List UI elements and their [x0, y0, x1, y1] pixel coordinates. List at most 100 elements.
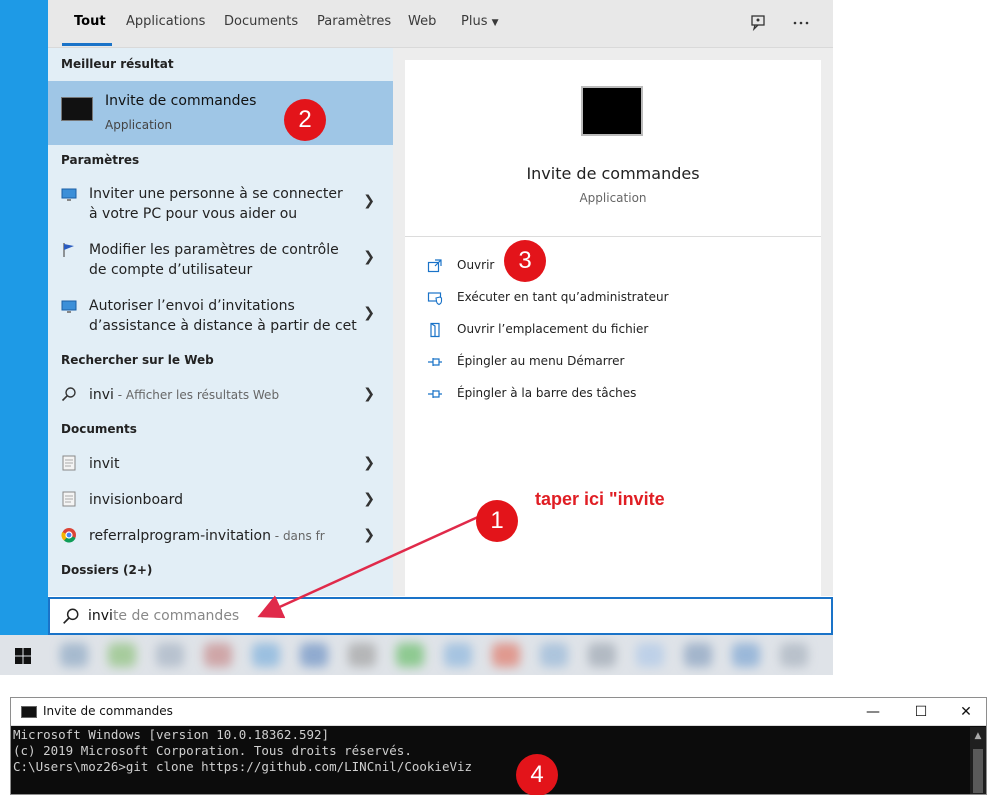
cmd-scrollbar[interactable]: ▲: [970, 727, 986, 794]
console-line: Microsoft Windows [version 10.0.18362.59…: [13, 727, 330, 742]
settings-item-line2: de compte d’utilisateur: [89, 262, 253, 278]
settings-heading: Paramètres: [61, 153, 140, 167]
chevron-right-icon: ❯: [363, 527, 375, 543]
search-icon: [63, 608, 79, 624]
cmd-console-output[interactable]: Microsoft Windows [version 10.0.18362.59…: [13, 727, 971, 794]
tab-more-label: Plus: [461, 14, 488, 29]
best-match-heading: Meilleur résultat: [61, 57, 174, 71]
doc-item-invisionboard[interactable]: invisionboard ❯: [48, 485, 393, 515]
settings-item-remote-assist[interactable]: Autoriser l’envoi d’invitations d’assist…: [48, 292, 393, 344]
web-result-item[interactable]: invi - Afficher les résultats Web ❯: [48, 380, 393, 410]
documents-heading: Documents: [61, 422, 137, 436]
search-input[interactable]: invite de commandes: [48, 597, 833, 635]
tab-settings[interactable]: Paramètres: [317, 14, 391, 29]
windows-search-panel: Tout Applications Documents Paramètres W…: [48, 0, 833, 596]
annotation-badge-4: 4: [516, 754, 558, 795]
taskbar-app-icon[interactable]: [444, 643, 472, 667]
more-options-icon[interactable]: [788, 10, 814, 36]
taskbar-app-icon[interactable]: [252, 643, 280, 667]
tab-all[interactable]: Tout: [74, 14, 106, 29]
document-icon: [62, 455, 76, 471]
action-label: Épingler à la barre des tâches: [457, 386, 637, 400]
taskbar-app-icon[interactable]: [780, 643, 808, 667]
maximize-button[interactable]: ☐: [911, 702, 931, 722]
doc-label: invit: [89, 456, 120, 472]
annotation-badge-1: 1: [476, 500, 518, 542]
chevron-right-icon: ❯: [363, 491, 375, 507]
taskbar-app-icon[interactable]: [108, 643, 136, 667]
minimize-button[interactable]: —: [863, 702, 883, 722]
best-match-subtitle: Application: [105, 118, 173, 132]
preview-pane: Invite de commandes Application Ouvrir E…: [405, 60, 821, 596]
flag-icon: [63, 243, 74, 257]
close-button[interactable]: ✕: [956, 702, 976, 722]
taskbar-app-icon[interactable]: [588, 643, 616, 667]
settings-item-invite-person[interactable]: Inviter une personne à se connecter à vo…: [48, 180, 393, 232]
taskbar-app-icon[interactable]: [396, 643, 424, 667]
chevron-right-icon: ❯: [363, 249, 375, 265]
search-text: invite de commandes: [88, 608, 239, 624]
action-pin-taskbar[interactable]: Épingler à la barre des tâches: [427, 383, 807, 405]
active-tab-indicator: [62, 43, 112, 46]
chevron-right-icon: ❯: [363, 386, 375, 402]
action-label: Exécuter en tant qu’administrateur: [457, 290, 669, 304]
results-list: Meilleur résultat Invite de commandes Ap…: [48, 48, 393, 596]
document-icon: [62, 491, 76, 507]
chevron-right-icon: ❯: [363, 193, 375, 209]
search-typed-text: invi: [88, 608, 113, 624]
taskbar: [0, 635, 833, 675]
tab-more[interactable]: Plus ▼: [461, 14, 499, 29]
action-open-file-location[interactable]: Ouvrir l’emplacement du fichier: [427, 319, 807, 341]
divider: [405, 236, 821, 237]
cmd-window[interactable]: Invite de commandes — ☐ ✕ Microsoft Wind…: [10, 697, 987, 795]
scroll-up-icon[interactable]: ▲: [973, 731, 983, 741]
feedback-icon[interactable]: [746, 10, 772, 36]
annotation-badge-2: 2: [284, 99, 326, 141]
tab-web[interactable]: Web: [408, 14, 436, 29]
preview-title: Invite de commandes: [526, 164, 700, 183]
search-autocomplete-text: te de commandes: [112, 608, 240, 624]
pin-icon: [428, 358, 442, 366]
web-query-suffix: - Afficher les résultats Web: [113, 388, 280, 402]
cmd-app-large-icon: [581, 86, 643, 136]
taskbar-app-icon[interactable]: [156, 643, 184, 667]
action-label: Ouvrir l’emplacement du fichier: [457, 322, 649, 336]
shield-icon: [427, 292, 443, 306]
cmd-window-icon: [21, 706, 37, 718]
taskbar-app-icon[interactable]: [492, 643, 520, 667]
action-run-as-admin[interactable]: Exécuter en tant qu’administrateur: [427, 287, 807, 309]
taskbar-app-icon[interactable]: [348, 643, 376, 667]
chevron-right-icon: ❯: [363, 455, 375, 471]
taskbar-app-icon[interactable]: [636, 643, 664, 667]
folders-heading[interactable]: Dossiers (2+): [61, 563, 152, 577]
best-match-item[interactable]: Invite de commandes Application: [48, 81, 393, 145]
action-open[interactable]: Ouvrir: [427, 255, 807, 277]
screen: Tout Applications Documents Paramètres W…: [0, 0, 987, 795]
taskbar-app-icon[interactable]: [684, 643, 712, 667]
search-tabs: Tout Applications Documents Paramètres W…: [48, 0, 833, 48]
taskbar-app-icon[interactable]: [300, 643, 328, 667]
tab-documents[interactable]: Documents: [224, 14, 298, 29]
cmd-titlebar[interactable]: Invite de commandes — ☐ ✕: [11, 698, 986, 726]
scrollbar-thumb[interactable]: [973, 749, 983, 793]
annotation-instruction: taper ici "invite: [535, 489, 665, 509]
doc-label: referralprogram-invitation: [89, 528, 271, 544]
preview-subtitle: Application: [579, 191, 647, 205]
taskbar-app-icon[interactable]: [732, 643, 760, 667]
taskbar-app-icon[interactable]: [60, 643, 88, 667]
action-pin-start[interactable]: Épingler au menu Démarrer: [427, 351, 807, 373]
console-line: C:\Users\moz26>git clone https://github.…: [13, 759, 473, 774]
console-line: (c) 2019 Microsoft Corporation. Tous dro…: [13, 743, 412, 758]
monitor-icon: [61, 188, 77, 201]
settings-item-uac[interactable]: Modifier les paramètres de contrôle de c…: [48, 236, 393, 288]
annotation-badge-3: 3: [504, 240, 546, 282]
tab-applications[interactable]: Applications: [126, 14, 205, 29]
taskbar-app-icon[interactable]: [540, 643, 568, 667]
settings-item-line1: Autoriser l’envoi d’invitations: [89, 298, 295, 314]
taskbar-app-icon[interactable]: [204, 643, 232, 667]
doc-item-invit[interactable]: invit ❯: [48, 449, 393, 479]
doc-label: invisionboard: [89, 492, 183, 508]
doc-item-referral[interactable]: referralprogram-invitation - dans fr ❯: [48, 521, 393, 551]
windows-start-icon[interactable]: [14, 647, 32, 665]
chrome-icon: [61, 528, 76, 543]
